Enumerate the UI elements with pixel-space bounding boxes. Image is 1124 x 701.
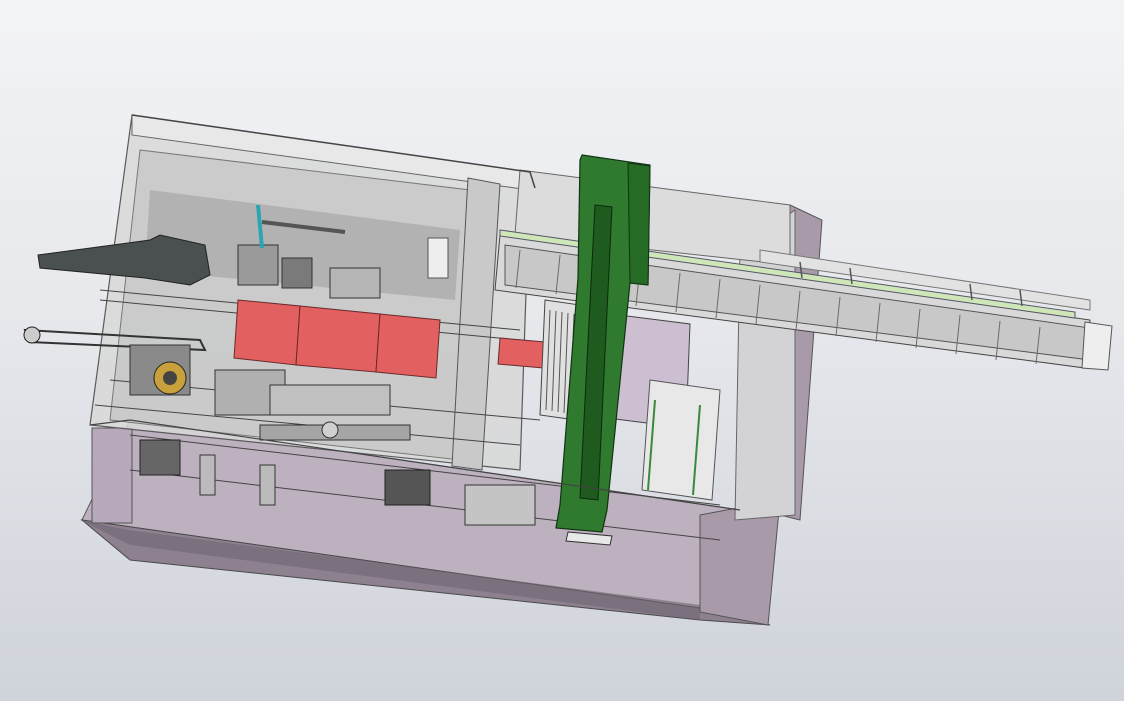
- machine-model[interactable]: [0, 0, 1124, 701]
- cad-viewport[interactable]: [0, 0, 1124, 701]
